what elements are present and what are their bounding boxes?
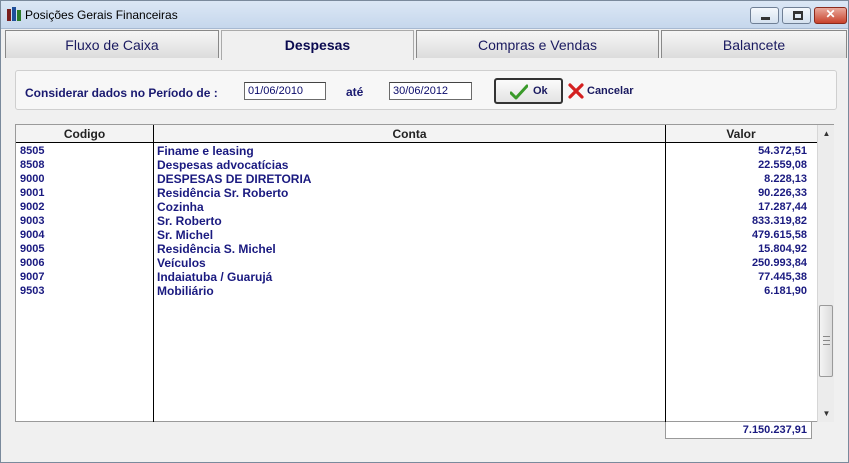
table-row[interactable]: 8505 Finame e leasing 54.372,51 xyxy=(16,144,811,158)
cell-codigo: 9503 xyxy=(20,285,45,297)
cell-valor: 833.319,82 xyxy=(751,215,807,227)
column-header-valor[interactable]: Valor xyxy=(666,127,816,141)
table-row[interactable]: 9007 Indaiatuba / Guarujá 77.445,38 xyxy=(16,270,811,284)
cell-codigo: 9004 xyxy=(20,229,45,241)
cell-conta: Sr. Roberto xyxy=(157,214,222,228)
tab-fluxo-de-caixa[interactable]: Fluxo de Caixa xyxy=(5,30,219,58)
until-label: até xyxy=(346,85,364,99)
scroll-down-arrow-icon[interactable]: ▼ xyxy=(818,405,835,422)
minimize-icon xyxy=(761,17,770,20)
title-bar[interactable]: Posições Gerais Financeiras ✕ xyxy=(1,1,848,29)
column-header-codigo[interactable]: Codigo xyxy=(16,127,153,141)
cell-conta: Despesas advocatícias xyxy=(157,158,289,172)
cell-codigo: 9005 xyxy=(20,243,45,255)
cancel-button[interactable]: Cancelar xyxy=(568,82,638,102)
start-date-field[interactable]: 01/06/2010 xyxy=(244,82,326,100)
scroll-up-arrow-icon[interactable]: ▲ xyxy=(818,125,835,142)
table-row[interactable]: 9503 Mobiliário 6.181,90 xyxy=(16,284,811,298)
tab-compras-e-vendas[interactable]: Compras e Vendas xyxy=(416,30,659,58)
tab-bar: Fluxo de Caixa Despesas Compras e Vendas… xyxy=(5,30,847,60)
period-filter-panel: Considerar dados no Período de : 01/06/2… xyxy=(15,70,837,110)
table-row[interactable]: 8508 Despesas advocatícias 22.559,08 xyxy=(16,158,811,172)
cell-valor: 90.226,33 xyxy=(758,187,807,199)
cell-codigo: 9003 xyxy=(20,215,45,227)
table-header: Codigo Conta Valor xyxy=(16,125,817,143)
table-row[interactable]: 9003 Sr. Roberto 833.319,82 xyxy=(16,214,811,228)
cell-valor: 17.287,44 xyxy=(758,201,807,213)
expenses-table: Codigo Conta Valor 8505 Finame e leasing 5… xyxy=(15,124,834,422)
cell-conta: Sr. Michel xyxy=(157,228,214,242)
column-header-conta[interactable]: Conta xyxy=(154,127,665,141)
app-chart-icon xyxy=(7,7,21,21)
end-date-field[interactable]: 30/06/2012 xyxy=(389,82,472,100)
maximize-button[interactable] xyxy=(782,7,811,24)
tab-label: Compras e Vendas xyxy=(477,37,598,53)
cancel-label: Cancelar xyxy=(587,85,634,97)
cell-conta: Cozinha xyxy=(157,200,204,214)
cell-codigo: 9002 xyxy=(20,201,45,213)
cell-valor: 15.804,92 xyxy=(758,243,807,255)
close-button[interactable]: ✕ xyxy=(814,7,847,24)
cell-codigo: 8508 xyxy=(20,159,45,171)
cell-valor: 6.181,90 xyxy=(764,285,807,297)
table-row[interactable]: 9002 Cozinha 17.287,44 xyxy=(16,200,811,214)
cell-valor: 250.993,84 xyxy=(751,257,807,269)
ok-button[interactable]: Ok xyxy=(494,78,563,104)
ok-label: Ok xyxy=(533,85,548,97)
table-row[interactable]: 9006 Veículos 250.993,84 xyxy=(16,256,811,270)
period-label: Considerar dados no Período de : xyxy=(25,86,218,100)
cell-conta: DESPESAS DE DIRETORIA xyxy=(157,172,312,186)
cell-codigo: 9001 xyxy=(20,187,45,199)
minimize-button[interactable] xyxy=(750,7,779,24)
scrollbar-thumb[interactable] xyxy=(819,305,833,377)
table-row[interactable]: 9004 Sr. Michel 479.615,58 xyxy=(16,228,811,242)
cell-conta: Residência S. Michel xyxy=(157,242,276,256)
table-row[interactable]: 9001 Residência Sr. Roberto 90.226,33 xyxy=(16,186,811,200)
grip-icon xyxy=(823,336,830,345)
cell-conta: Veículos xyxy=(157,256,206,270)
cell-codigo: 8505 xyxy=(20,145,45,157)
window-title: Posições Gerais Financeiras xyxy=(25,8,178,22)
app-window: Posições Gerais Financeiras ✕ Fluxo de C… xyxy=(0,0,849,463)
cell-valor: 479.615,58 xyxy=(751,229,807,241)
total-value-box: 7.150.237,91 xyxy=(665,422,812,439)
cell-codigo: 9006 xyxy=(20,257,45,269)
cell-valor: 77.445,38 xyxy=(758,271,807,283)
cell-conta: Residência Sr. Roberto xyxy=(157,186,289,200)
cell-valor: 22.559,08 xyxy=(758,159,807,171)
tab-label: Fluxo de Caixa xyxy=(65,37,159,53)
cancel-x-icon xyxy=(568,83,584,99)
tab-despesas[interactable]: Despesas xyxy=(221,30,414,60)
cell-valor: 54.372,51 xyxy=(758,145,807,157)
maximize-icon xyxy=(793,11,803,20)
cell-conta: Mobiliário xyxy=(157,284,214,298)
table-body: 8505 Finame e leasing 54.372,51 8508 Despesa… xyxy=(16,144,811,298)
cell-valor: 8.228,13 xyxy=(764,173,807,185)
table-row[interactable]: 9005 Residência S. Michel 15.804,92 xyxy=(16,242,811,256)
total-value: 7.150.237,91 xyxy=(742,424,807,436)
cell-conta: Indaiatuba / Guarujá xyxy=(157,270,273,284)
table-row[interactable]: 9000 DESPESAS DE DIRETORIA 8.228,13 xyxy=(16,172,811,186)
tab-label: Balancete xyxy=(722,37,786,53)
cell-codigo: 9000 xyxy=(20,173,45,185)
vertical-scrollbar[interactable]: ▲ ▼ xyxy=(817,125,834,422)
cell-codigo: 9007 xyxy=(20,271,45,283)
tab-balancete[interactable]: Balancete xyxy=(661,30,847,58)
cell-conta: Finame e leasing xyxy=(157,144,254,158)
check-icon xyxy=(510,84,528,100)
close-icon: ✕ xyxy=(825,7,836,21)
tab-label: Despesas xyxy=(284,37,351,53)
